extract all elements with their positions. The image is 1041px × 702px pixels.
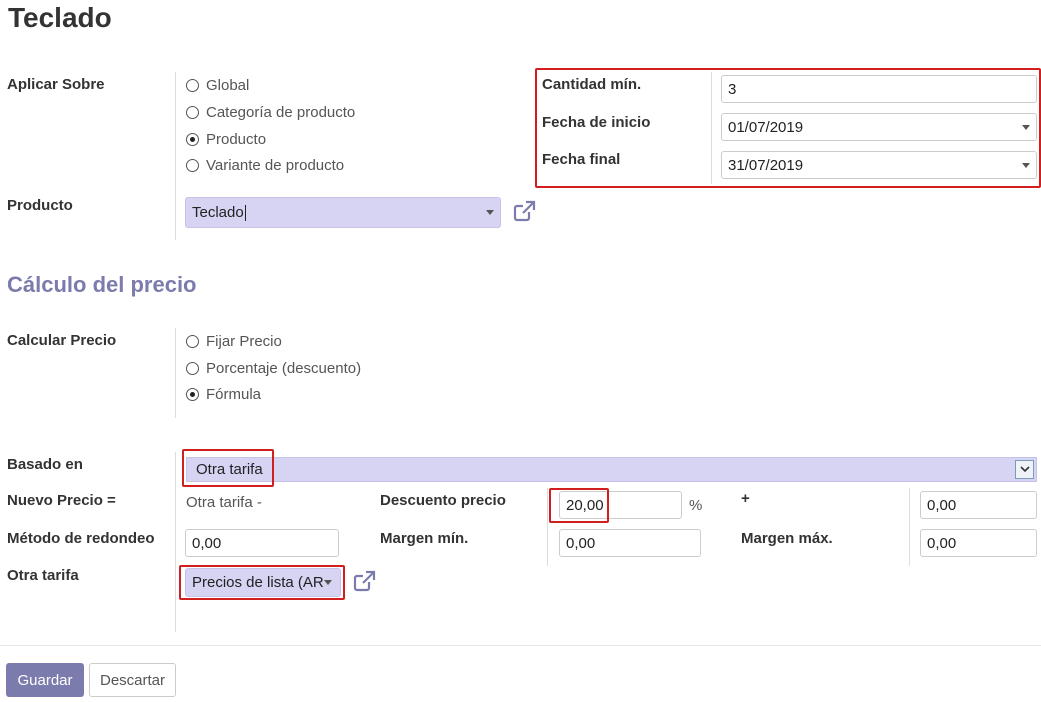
apply-on-label: Aplicar Sobre xyxy=(7,76,105,93)
min-margin-label: Margen mín. xyxy=(380,530,469,547)
min-qty-value: 3 xyxy=(728,80,737,98)
min-qty-label: Cantidad mín. xyxy=(542,76,642,93)
radio-circle[interactable] xyxy=(186,362,199,375)
based-on-value: Otra tarifa xyxy=(196,461,263,478)
based-on-select[interactable]: Otra tarifa xyxy=(186,457,1037,482)
radio-product-variant[interactable]: Variante de producto xyxy=(186,157,344,174)
text-cursor xyxy=(244,204,246,221)
percent-sign: % xyxy=(689,497,703,514)
radio-product-category[interactable]: Categoría de producto xyxy=(186,104,355,121)
chevron-down-icon[interactable] xyxy=(1022,125,1030,130)
start-date-input[interactable]: 01/07/2019 xyxy=(721,113,1037,141)
radio-circle[interactable] xyxy=(186,335,199,348)
field-separator xyxy=(711,72,712,184)
discount-input[interactable]: 20,00 xyxy=(559,491,682,519)
external-link-icon[interactable] xyxy=(513,200,537,222)
field-separator xyxy=(175,328,176,418)
max-margin-input[interactable]: 0,00 xyxy=(920,529,1037,557)
radio-product[interactable]: Producto xyxy=(186,131,266,148)
dropdown-button[interactable] xyxy=(1015,460,1034,479)
external-link-icon[interactable] xyxy=(353,570,377,592)
field-separator xyxy=(909,488,910,566)
radio-global[interactable]: Global xyxy=(186,77,249,94)
other-pricelist-label: Otra tarifa xyxy=(7,567,79,584)
radio-circle[interactable] xyxy=(186,159,199,172)
new-price-label: Nuevo Precio = xyxy=(7,492,116,509)
chevron-down-icon[interactable] xyxy=(1022,163,1030,168)
radio-label-percentage: Porcentaje (descuento) xyxy=(206,360,362,377)
based-on-label: Basado en xyxy=(7,456,83,473)
other-pricelist-select[interactable]: Precios de lista (AR xyxy=(185,568,341,597)
plus-sign: + xyxy=(741,490,750,507)
product-value: Teclado xyxy=(192,204,244,221)
min-qty-input[interactable]: 3 xyxy=(721,75,1037,103)
compute-price-label: Calcular Precio xyxy=(7,332,117,349)
radio-circle-selected[interactable] xyxy=(186,133,199,146)
radio-label-product-category: Categoría de producto xyxy=(206,104,356,121)
radio-circle-selected[interactable] xyxy=(186,388,199,401)
radio-formula[interactable]: Fórmula xyxy=(186,386,261,403)
radio-label-global: Global xyxy=(206,77,250,94)
radio-label-fixed-price: Fijar Precio xyxy=(206,333,282,350)
product-select[interactable]: Teclado xyxy=(185,197,501,228)
discount-value: 20,00 xyxy=(566,496,604,514)
chevron-down-icon[interactable] xyxy=(324,580,332,585)
discount-label: Descuento precio xyxy=(380,492,506,509)
field-separator xyxy=(175,452,176,632)
surcharge-input[interactable]: 0,00 xyxy=(920,491,1037,519)
rounding-value: 0,00 xyxy=(192,534,222,552)
end-date-input[interactable]: 31/07/2019 xyxy=(721,151,1037,179)
end-date-label: Fecha final xyxy=(542,151,621,168)
discard-button[interactable]: Descartar xyxy=(89,663,176,697)
page-title: Teclado xyxy=(8,2,112,33)
max-margin-label: Margen máx. xyxy=(741,530,833,547)
section-title: Cálculo del precio xyxy=(7,272,197,297)
min-margin-value: 0,00 xyxy=(566,534,596,552)
chevron-down-icon[interactable] xyxy=(486,210,494,215)
rounding-input[interactable]: 0,00 xyxy=(185,529,339,557)
min-margin-input[interactable]: 0,00 xyxy=(559,529,701,557)
start-date-value: 01/07/2019 xyxy=(728,118,804,136)
radio-label-product: Producto xyxy=(206,131,267,148)
radio-circle[interactable] xyxy=(186,106,199,119)
rounding-label: Método de redondeo xyxy=(7,530,155,547)
radio-percentage[interactable]: Porcentaje (descuento) xyxy=(186,360,361,377)
start-date-label: Fecha de inicio xyxy=(542,114,651,131)
product-label: Producto xyxy=(7,197,73,214)
end-date-value: 31/07/2019 xyxy=(728,156,804,174)
surcharge-value: 0,00 xyxy=(927,496,957,514)
chevron-down-icon xyxy=(1019,466,1030,473)
footer-divider xyxy=(0,645,1041,646)
save-button[interactable]: Guardar xyxy=(6,663,84,697)
radio-fixed-price[interactable]: Fijar Precio xyxy=(186,333,282,350)
max-margin-value: 0,00 xyxy=(927,534,957,552)
radio-label-product-variant: Variante de producto xyxy=(206,157,345,174)
radio-circle[interactable] xyxy=(186,79,199,92)
radio-label-formula: Fórmula xyxy=(206,386,262,403)
field-separator xyxy=(175,72,176,240)
field-separator xyxy=(547,488,548,566)
other-pricelist-value: Precios de lista (AR xyxy=(192,574,324,591)
new-price-formula-text: Otra tarifa - xyxy=(186,494,262,511)
